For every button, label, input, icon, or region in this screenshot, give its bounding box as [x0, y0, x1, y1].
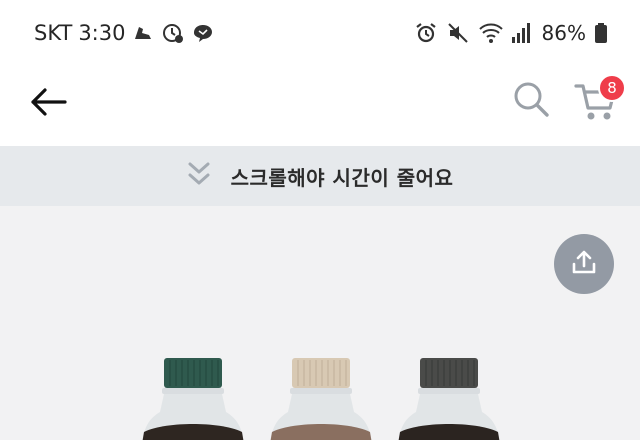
sports-shoe-icon	[131, 21, 155, 45]
mute-icon	[446, 21, 470, 45]
product-bottle-dark	[398, 358, 500, 440]
wifi-icon	[478, 21, 503, 45]
carrier-label: SKT	[34, 21, 73, 45]
search-button[interactable]	[506, 76, 556, 126]
time-label: 3:30	[78, 21, 126, 45]
cart-count-badge: 8	[598, 74, 626, 102]
signal-icon	[510, 21, 534, 45]
double-chevron-down-icon	[187, 160, 211, 192]
clock-badge-icon	[161, 21, 185, 45]
back-button[interactable]	[22, 78, 74, 130]
cart-button[interactable]: 8	[572, 74, 628, 130]
scroll-reminder-banner: 스크롤해야 시간이 줄어요	[0, 146, 640, 206]
search-icon	[512, 80, 550, 122]
share-button[interactable]	[554, 234, 614, 294]
status-bar: SKT 3:30 86%	[0, 0, 640, 64]
product-bottle-green	[142, 358, 244, 440]
battery-icon	[594, 21, 608, 45]
product-image-area[interactable]	[0, 206, 640, 440]
share-icon	[570, 248, 598, 280]
status-left: SKT 3:30	[34, 18, 215, 48]
app-bar: 8	[0, 64, 640, 146]
banner-text: 스크롤해야 시간이 줄어요	[230, 165, 454, 190]
arrow-left-icon	[29, 87, 67, 121]
alarm-icon	[414, 21, 438, 45]
product-bottle-beige	[270, 358, 372, 440]
chat-bubble-icon	[191, 21, 215, 45]
battery-label: 86%	[541, 21, 586, 45]
status-right: 86%	[414, 18, 608, 48]
